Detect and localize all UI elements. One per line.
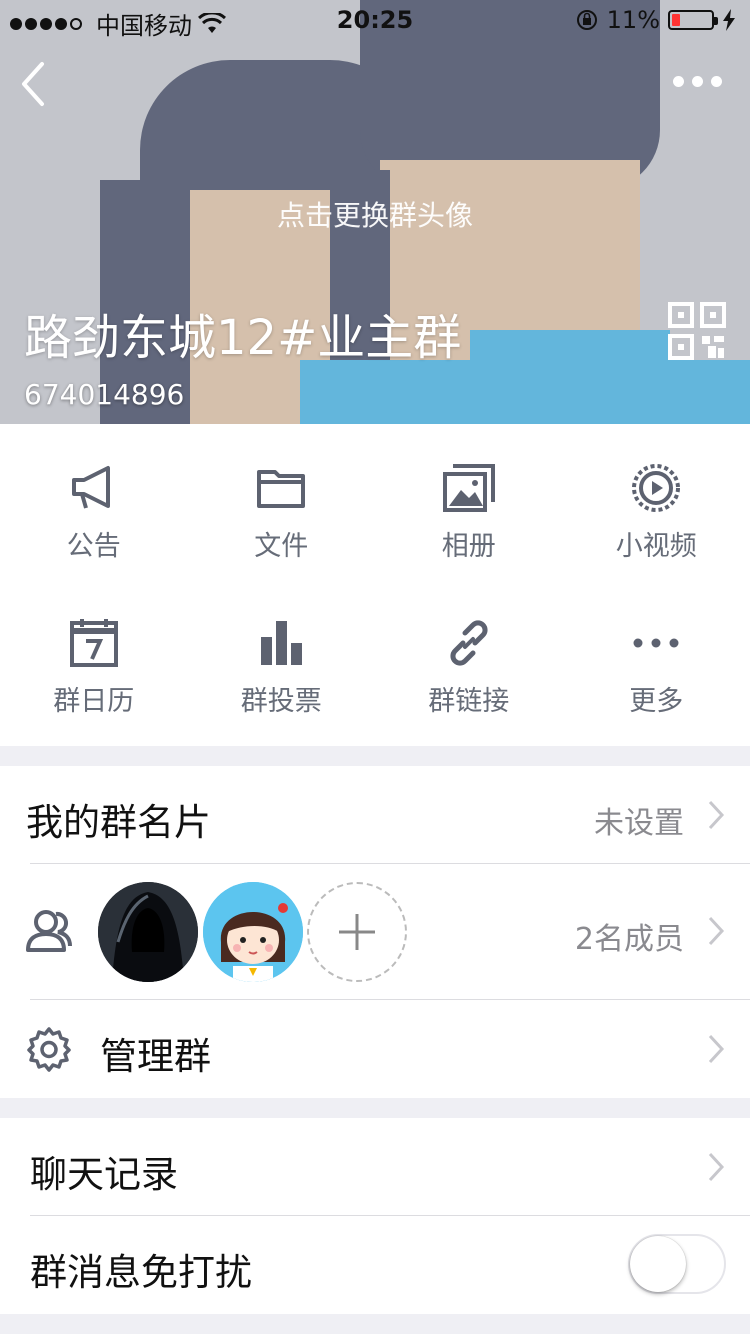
- photo-album-icon: [442, 464, 495, 512]
- more-dots-icon: [633, 638, 679, 648]
- video-play-icon: [632, 464, 681, 512]
- chevron-right-icon: [708, 800, 725, 830]
- feature-calendar[interactable]: 群日历: [0, 579, 188, 739]
- gear-icon: [27, 1027, 71, 1072]
- calendar-icon: [69, 619, 118, 667]
- chat-history-row[interactable]: 聊天记录: [0, 1118, 750, 1216]
- feature-files[interactable]: 文件: [188, 424, 376, 584]
- battery-percent: 11%: [606, 6, 660, 34]
- members-row[interactable]: 2名成员: [0, 864, 750, 1000]
- battery-icon: [668, 10, 718, 30]
- feature-label: 群投票: [240, 686, 322, 717]
- my-group-card-value: 未设置: [594, 806, 684, 841]
- feature-label: 文件: [254, 531, 309, 562]
- bar-chart-icon: [261, 621, 303, 665]
- folder-icon: [257, 470, 306, 508]
- add-member-button[interactable]: [307, 882, 407, 982]
- charging-bolt-icon: [723, 9, 735, 31]
- feature-label: 小视频: [615, 531, 697, 562]
- members-icon: [26, 910, 72, 952]
- cartoon-girl-icon: [203, 882, 303, 982]
- chevron-right-icon: [708, 916, 725, 946]
- feature-label: 公告: [66, 531, 121, 562]
- more-options-icon[interactable]: [673, 76, 722, 87]
- feature-album[interactable]: 相册: [375, 424, 563, 584]
- chat-history-label: 聊天记录: [30, 1153, 178, 1196]
- megaphone-icon: [71, 466, 110, 509]
- back-chevron-icon[interactable]: [18, 60, 58, 108]
- feature-grid: 公告 文件 相册 小视频 群日历 群投票 群链接 更多: [0, 424, 750, 746]
- qr-code-icon[interactable]: [668, 302, 726, 360]
- feature-label: 更多: [629, 686, 684, 717]
- change-avatar-hint[interactable]: 点击更换群头像: [0, 194, 750, 234]
- member-count: 2名成员: [574, 922, 684, 957]
- chevron-right-icon: [708, 1152, 725, 1182]
- feature-announcement[interactable]: 公告: [0, 424, 188, 584]
- manage-group-row[interactable]: 管理群: [0, 1000, 750, 1098]
- my-group-card-row[interactable]: 我的群名片 未设置: [0, 766, 750, 864]
- feature-label: 相册: [441, 531, 496, 562]
- group-header[interactable]: 中国移动 20:25 11% 点击更换群头像 路劲东城12#业主群 674014…: [0, 0, 750, 424]
- feature-more[interactable]: 更多: [563, 579, 750, 739]
- chat-settings-section: 聊天记录 群消息免打扰: [0, 1118, 750, 1314]
- my-group-card-label: 我的群名片: [26, 801, 211, 844]
- hooded-figure-icon: [98, 882, 198, 982]
- group-info-section: 我的群名片 未设置 2名成员 管理群: [0, 766, 750, 1098]
- manage-group-label: 管理群: [100, 1035, 211, 1078]
- member-avatar[interactable]: [98, 882, 198, 982]
- link-icon: [450, 620, 488, 666]
- member-avatar[interactable]: [203, 882, 303, 982]
- feature-vote[interactable]: 群投票: [188, 579, 376, 739]
- group-name: 路劲东城12#业主群: [24, 310, 462, 366]
- plus-icon: [339, 914, 375, 950]
- status-bar: 中国移动 20:25 11%: [0, 0, 750, 40]
- toggle-knob: [630, 1236, 686, 1292]
- feature-label: 群链接: [428, 686, 510, 717]
- chevron-right-icon: [708, 1034, 725, 1064]
- feature-short-video[interactable]: 小视频: [563, 424, 750, 584]
- feature-label: 群日历: [53, 686, 135, 717]
- group-id: 674014896: [24, 378, 185, 411]
- group-profile-page: 中国移动 20:25 11% 点击更换群头像 路劲东城12#业主群 674014…: [0, 0, 750, 1334]
- orientation-lock-icon: [576, 10, 597, 30]
- feature-link[interactable]: 群链接: [375, 579, 563, 739]
- do-not-disturb-toggle[interactable]: [628, 1234, 726, 1294]
- do-not-disturb-row: 群消息免打扰: [0, 1216, 750, 1314]
- do-not-disturb-label: 群消息免打扰: [30, 1251, 252, 1294]
